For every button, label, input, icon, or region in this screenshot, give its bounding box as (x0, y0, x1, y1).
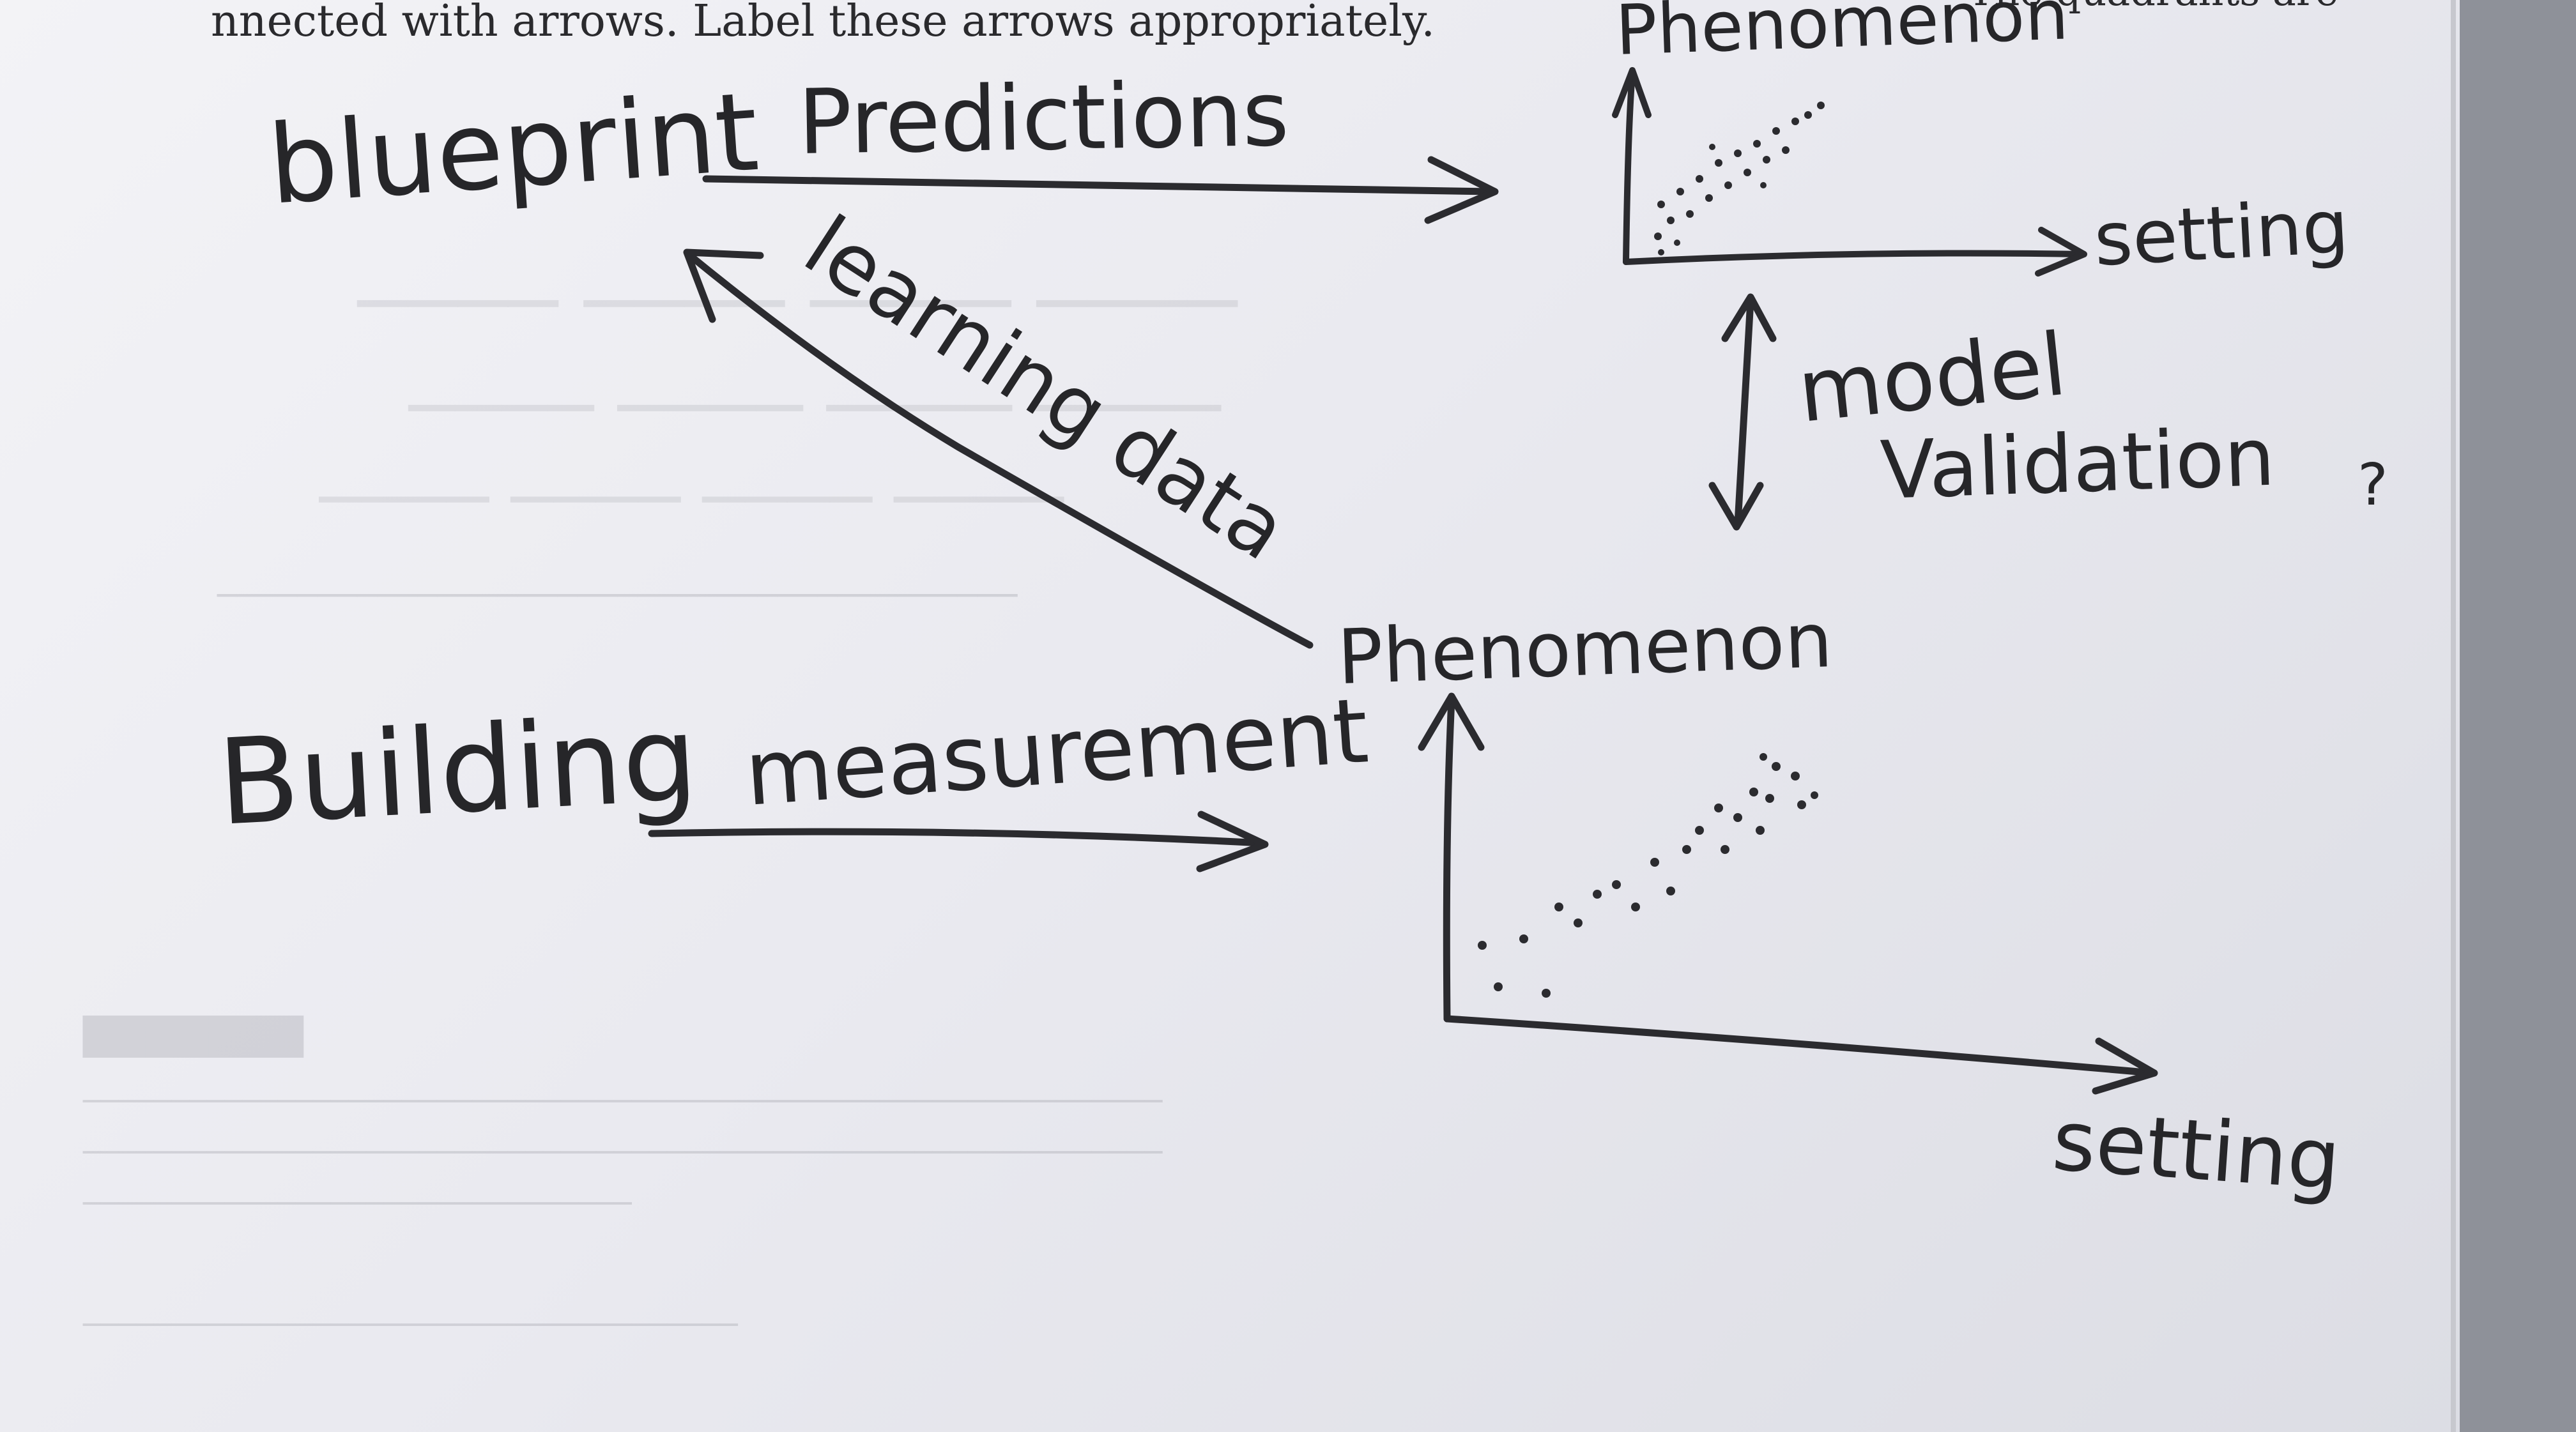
measurement-arrow (648, 811, 1269, 872)
bottom-plot-y-axis (1443, 696, 1455, 1023)
predictions-label: Predictions (797, 63, 1290, 175)
top-plot-x-label: setting (2092, 184, 2350, 283)
top-plot (1612, 67, 2087, 277)
bottom-plot-x-axis (1443, 1015, 2157, 1077)
bottom-plot (1418, 692, 2158, 1095)
hand-drawn-diagram: ──── ──── ──── ──── ──── ──── ──── ──── … (82, 0, 2388, 1342)
bottom-plot-y-label: Phenomenon (1336, 596, 1834, 701)
blueprint-label: blueprint (264, 69, 762, 229)
top-plot-scatter-points (1654, 102, 1825, 255)
top-plot-y-label: Phenomenon (1614, 0, 2070, 71)
svg-text:──────────────────────────────: ────────────────────────────────────────… (82, 1135, 1163, 1169)
bottom-plot-scatter-points (1478, 753, 1818, 998)
top-plot-x-axis (1623, 250, 2086, 265)
margin-question-mark: ? (2358, 452, 2388, 519)
model-validation-label-2: Validation (1879, 411, 2276, 517)
svg-text:▇▇▇▇▇▇▇: ▇▇▇▇▇▇▇ (82, 1010, 303, 1058)
model-validation-arrow (1708, 293, 1777, 531)
svg-text:──── ──── ──── ────: ──── ──── ──── ──── (318, 459, 1064, 540)
svg-text:──────────────────────────────: ────────────────────────────────────────… (82, 1084, 1163, 1118)
printed-instruction: nnected with arrows. Label these arrows … (211, 0, 1435, 47)
svg-text:──────────────────────────────: ─────────────────────────────── (82, 1186, 632, 1221)
building-label: Building (215, 689, 701, 852)
bottom-plot-x-label: setting (2050, 1092, 2343, 1208)
measurement-label: measurement (742, 679, 1372, 826)
svg-text:──────────────────────────────: ───────────────────────────────────── (82, 1307, 739, 1342)
svg-text:──────────────────────────────: ──────────────────────────────────────── (217, 577, 1018, 615)
top-plot-y-axis (1623, 70, 1636, 265)
